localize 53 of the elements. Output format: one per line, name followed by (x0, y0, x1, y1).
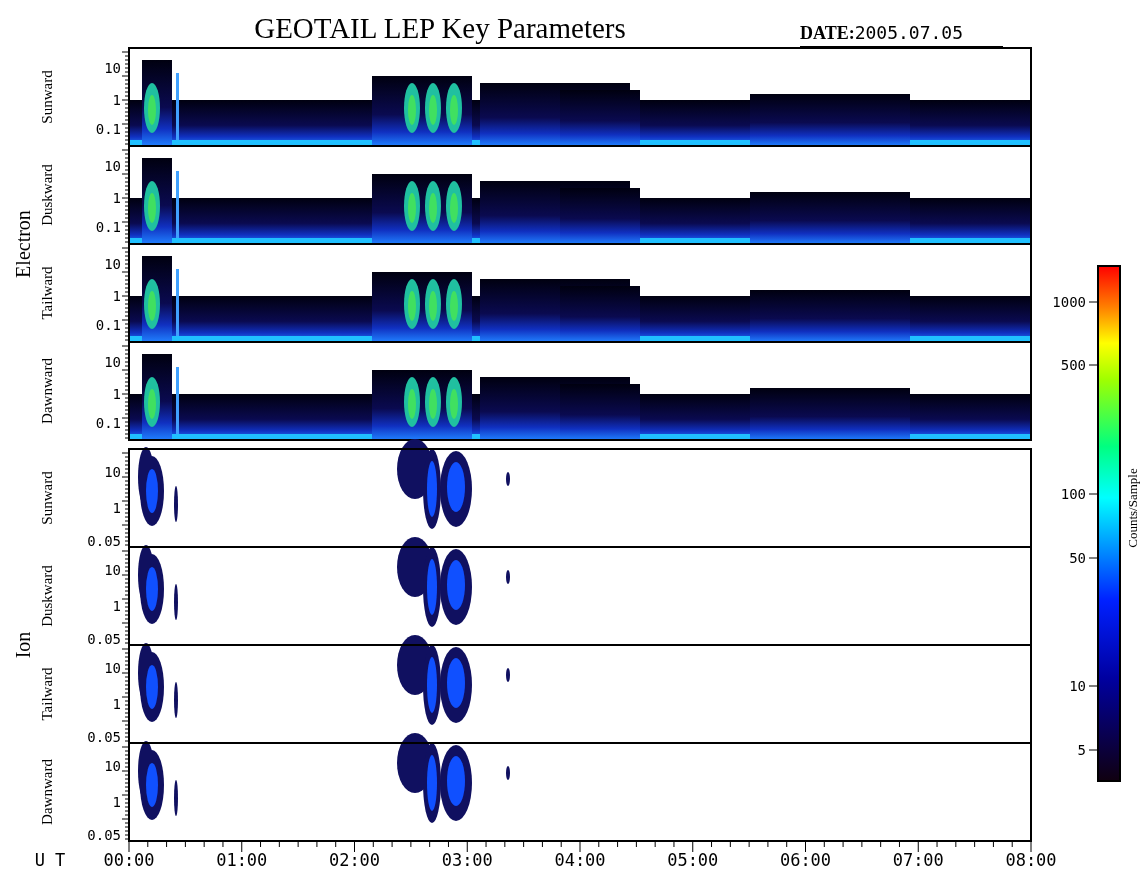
y-tick-label: 0.05 (87, 729, 121, 745)
y-tick-label: 10 (104, 158, 121, 174)
x-tick-label: 00:00 (103, 850, 155, 870)
y-tick-label: 10 (104, 256, 121, 272)
x-tick-label: 05:00 (667, 850, 719, 870)
group-label: Ion (12, 631, 34, 659)
panel-label: Dawnward (39, 759, 55, 825)
group-label: Electron (12, 210, 34, 278)
panel-label: Tailward (39, 266, 55, 320)
x-tick-label: 03:00 (441, 850, 493, 870)
panel-label: Sunward (39, 471, 55, 525)
date-label: DATE:2005.07.05 (800, 22, 964, 43)
y-tick-label: 1 (112, 696, 121, 712)
colorbar-tick-label: 1000 (1052, 294, 1086, 310)
y-tick-label: 0.05 (87, 533, 121, 549)
y-tick-label: 1 (112, 598, 121, 614)
y-tick-label: 10 (104, 60, 121, 76)
panel-label: Sunward (39, 70, 55, 124)
y-tick-label: 1 (112, 288, 121, 304)
y-tick-label: 0.1 (95, 317, 121, 333)
y-tick-label: 0.1 (95, 415, 121, 431)
colorbar-label: Counts/Sample (1125, 468, 1140, 548)
y-tick-label: 0.1 (95, 219, 121, 235)
y-tick-label: 0.1 (95, 121, 121, 137)
y-tick-label: 10 (104, 354, 121, 370)
panel-label: Duskward (39, 164, 55, 226)
panel-label: Tailward (39, 667, 55, 721)
x-tick-label: 04:00 (554, 850, 606, 870)
x-tick-label: 06:00 (779, 850, 832, 870)
x-tick-label: 01:00 (216, 850, 268, 870)
y-tick-label: 1 (112, 190, 121, 206)
colorbar-tick-label: 500 (1060, 357, 1086, 373)
colorbar-tick-label: 10 (1069, 678, 1086, 694)
panel-label: Duskward (39, 565, 55, 627)
y-tick-label: 0.05 (87, 827, 121, 843)
x-axis-label: U T (34, 850, 66, 870)
x-tick-label: 07:00 (892, 850, 944, 870)
y-tick-label: 10 (104, 562, 121, 578)
x-tick-label: 08:00 (1005, 850, 1057, 870)
panel-label: Dawnward (39, 358, 55, 424)
y-tick-label: 1 (112, 794, 121, 810)
colorbar-tick-label: 5 (1077, 742, 1086, 758)
chart-title: GEOTAIL LEP Key Parameters (254, 12, 626, 44)
x-tick-label: 02:00 (328, 850, 381, 870)
y-tick-label: 10 (104, 464, 121, 480)
colorbar-tick-label: 100 (1060, 486, 1086, 502)
y-tick-label: 0.05 (87, 631, 121, 647)
y-tick-label: 10 (104, 660, 121, 676)
y-tick-label: 1 (112, 500, 121, 516)
colorbar-tick-label: 50 (1069, 550, 1086, 566)
y-tick-label: 1 (112, 92, 121, 108)
y-tick-label: 10 (104, 758, 121, 774)
y-tick-label: 1 (112, 386, 121, 402)
